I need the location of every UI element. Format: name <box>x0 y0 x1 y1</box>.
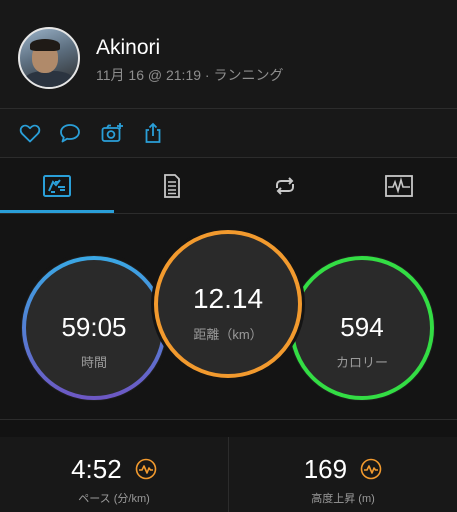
activity-header: Akinori 11月 16 @ 21:19 · ランニング <box>0 0 457 108</box>
elevation-stat[interactable]: 169 高度上昇 (m) <box>229 437 457 512</box>
pace-label: ペース (分/km) <box>78 493 150 505</box>
tab-details[interactable] <box>114 158 228 213</box>
divider <box>0 419 457 420</box>
comment-icon[interactable] <box>58 121 82 145</box>
calories-label: カロリー <box>335 355 388 370</box>
action-bar <box>0 109 457 157</box>
time-label: 時間 <box>80 355 107 370</box>
calories-ring: 594 カロリー <box>286 252 438 404</box>
share-icon[interactable] <box>141 121 165 145</box>
avatar-hair <box>30 39 60 51</box>
distance-ring: 12.14 距離（km） <box>150 226 306 382</box>
activity-meta: 11月 16 @ 21:19 · ランニング <box>96 67 284 83</box>
tab-overview[interactable] <box>0 158 114 213</box>
calories-value: 594 <box>340 312 384 342</box>
tab-chart[interactable] <box>342 158 456 213</box>
pace-chart-icon <box>135 458 157 480</box>
tab-laps[interactable] <box>228 158 342 213</box>
activity-tabs <box>0 158 457 213</box>
distance-label: 距離（km） <box>193 327 263 342</box>
avatar[interactable] <box>18 27 80 89</box>
user-name[interactable]: Akinori <box>96 36 160 60</box>
time-ring: 59:05 時間 <box>18 252 170 404</box>
pace-stat[interactable]: 4:52 ペース (分/km) <box>0 437 228 512</box>
laps-tab-icon <box>276 176 294 195</box>
summary-circles: 59:05 時間 594 カロリー 12.14 距離（km） <box>0 214 457 419</box>
stats-row: 4:52 ペース (分/km) 169 高度上昇 (m) <box>0 437 457 512</box>
details-tab-icon <box>164 173 180 198</box>
distance-value: 12.14 <box>192 283 264 314</box>
elevation-label: 高度上昇 (m) <box>311 493 375 505</box>
add-photo-icon[interactable] <box>100 121 124 145</box>
time-value: 59:05 <box>61 312 127 342</box>
elevation-chart-icon <box>361 458 382 480</box>
pace-value: 4:52 <box>71 453 122 484</box>
chart-tab-icon <box>385 174 413 197</box>
overview-tab-icon <box>43 174 71 197</box>
heart-icon[interactable] <box>18 121 42 145</box>
elevation-value: 169 <box>303 453 348 484</box>
avatar-shirt <box>24 71 74 87</box>
